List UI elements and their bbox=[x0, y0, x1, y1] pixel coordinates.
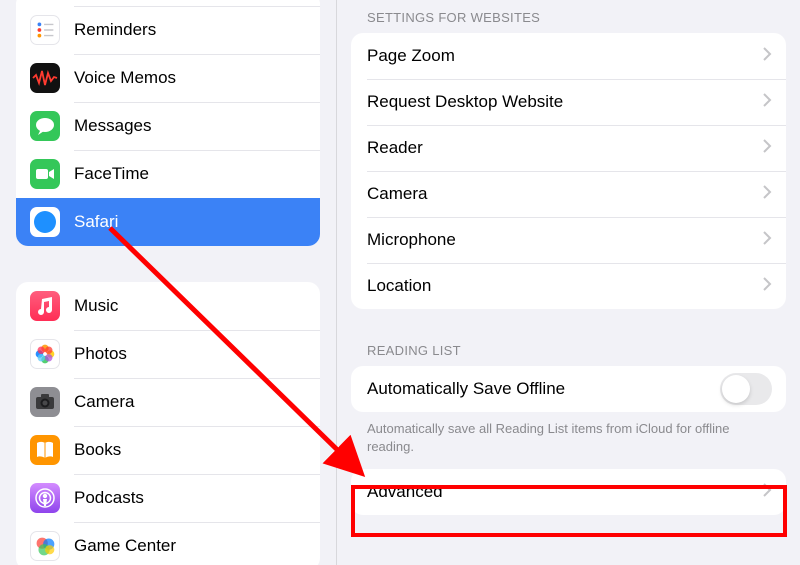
setting-label: Location bbox=[367, 276, 431, 296]
sidebar-item-label: Photos bbox=[74, 344, 127, 364]
setting-label: Automatically Save Offline bbox=[367, 379, 565, 399]
chevron-right-icon bbox=[763, 483, 772, 502]
settings-detail-pane: SETTINGS FOR WEBSITES Page Zoom Request … bbox=[336, 0, 800, 565]
reminders-icon bbox=[30, 15, 60, 45]
chevron-right-icon bbox=[763, 93, 772, 112]
music-icon bbox=[30, 291, 60, 321]
settings-sidebar: Reminders Voice Memos Messages FaceTime bbox=[0, 0, 336, 565]
sidebar-item-label: Reminders bbox=[74, 20, 156, 40]
sidebar-item-game-center[interactable]: Game Center bbox=[16, 522, 320, 565]
sidebar-item-reminders[interactable]: Reminders bbox=[16, 6, 320, 54]
setting-microphone[interactable]: Microphone bbox=[351, 217, 786, 263]
sidebar-item-facetime[interactable]: FaceTime bbox=[16, 150, 320, 198]
sidebar-group-apps-2: Music Photos Camera Books bbox=[16, 282, 320, 565]
sidebar-item-label: Camera bbox=[74, 392, 134, 412]
camera-icon bbox=[30, 387, 60, 417]
sidebar-item-safari[interactable]: Safari bbox=[16, 198, 320, 246]
toggle-knob bbox=[722, 375, 750, 403]
setting-label: Page Zoom bbox=[367, 46, 455, 66]
section-header-websites: SETTINGS FOR WEBSITES bbox=[351, 0, 786, 33]
settings-group-reading-list: Automatically Save Offline bbox=[351, 366, 786, 412]
setting-location[interactable]: Location bbox=[351, 263, 786, 309]
setting-camera[interactable]: Camera bbox=[351, 171, 786, 217]
setting-auto-save-offline[interactable]: Automatically Save Offline bbox=[351, 366, 786, 412]
setting-label: Microphone bbox=[367, 230, 456, 250]
sidebar-item-messages[interactable]: Messages bbox=[16, 102, 320, 150]
setting-label: Reader bbox=[367, 138, 423, 158]
toggle-switch[interactable] bbox=[720, 373, 772, 405]
settings-group-advanced: Advanced bbox=[351, 469, 786, 515]
photos-icon bbox=[30, 339, 60, 369]
sidebar-item-photos[interactable]: Photos bbox=[16, 330, 320, 378]
sidebar-item-label: Music bbox=[74, 296, 118, 316]
sidebar-item-camera[interactable]: Camera bbox=[16, 378, 320, 426]
section-footer-reading-list: Automatically save all Reading List item… bbox=[351, 412, 786, 469]
facetime-icon bbox=[30, 159, 60, 189]
settings-group-websites: Page Zoom Request Desktop Website Reader… bbox=[351, 33, 786, 309]
books-icon bbox=[30, 435, 60, 465]
podcasts-icon bbox=[30, 483, 60, 513]
messages-icon bbox=[30, 111, 60, 141]
sidebar-item-label: Voice Memos bbox=[74, 68, 176, 88]
safari-icon bbox=[30, 207, 60, 237]
setting-advanced[interactable]: Advanced bbox=[351, 469, 786, 515]
game-center-icon bbox=[30, 531, 60, 561]
sidebar-item-label: Game Center bbox=[74, 536, 176, 556]
sidebar-group-apps-1: Reminders Voice Memos Messages FaceTime bbox=[16, 0, 320, 246]
setting-request-desktop-website[interactable]: Request Desktop Website bbox=[351, 79, 786, 125]
setting-label: Camera bbox=[367, 184, 427, 204]
sidebar-item-voice-memos[interactable]: Voice Memos bbox=[16, 54, 320, 102]
sidebar-item-label: Podcasts bbox=[74, 488, 144, 508]
sidebar-item-label: Messages bbox=[74, 116, 151, 136]
chevron-right-icon bbox=[763, 277, 772, 296]
sidebar-item-label: FaceTime bbox=[74, 164, 149, 184]
section-header-reading-list: READING LIST bbox=[351, 333, 786, 366]
sidebar-item-label: Safari bbox=[74, 212, 118, 232]
chevron-right-icon bbox=[763, 139, 772, 158]
sidebar-item-books[interactable]: Books bbox=[16, 426, 320, 474]
setting-label: Advanced bbox=[367, 482, 443, 502]
setting-reader[interactable]: Reader bbox=[351, 125, 786, 171]
chevron-right-icon bbox=[763, 231, 772, 250]
chevron-right-icon bbox=[763, 47, 772, 66]
setting-label: Request Desktop Website bbox=[367, 92, 563, 112]
settings-container: Reminders Voice Memos Messages FaceTime bbox=[0, 0, 800, 565]
sidebar-item-music[interactable]: Music bbox=[16, 282, 320, 330]
chevron-right-icon bbox=[763, 185, 772, 204]
sidebar-item-podcasts[interactable]: Podcasts bbox=[16, 474, 320, 522]
setting-page-zoom[interactable]: Page Zoom bbox=[351, 33, 786, 79]
sidebar-item-label: Books bbox=[74, 440, 121, 460]
voice-memos-icon bbox=[30, 63, 60, 93]
